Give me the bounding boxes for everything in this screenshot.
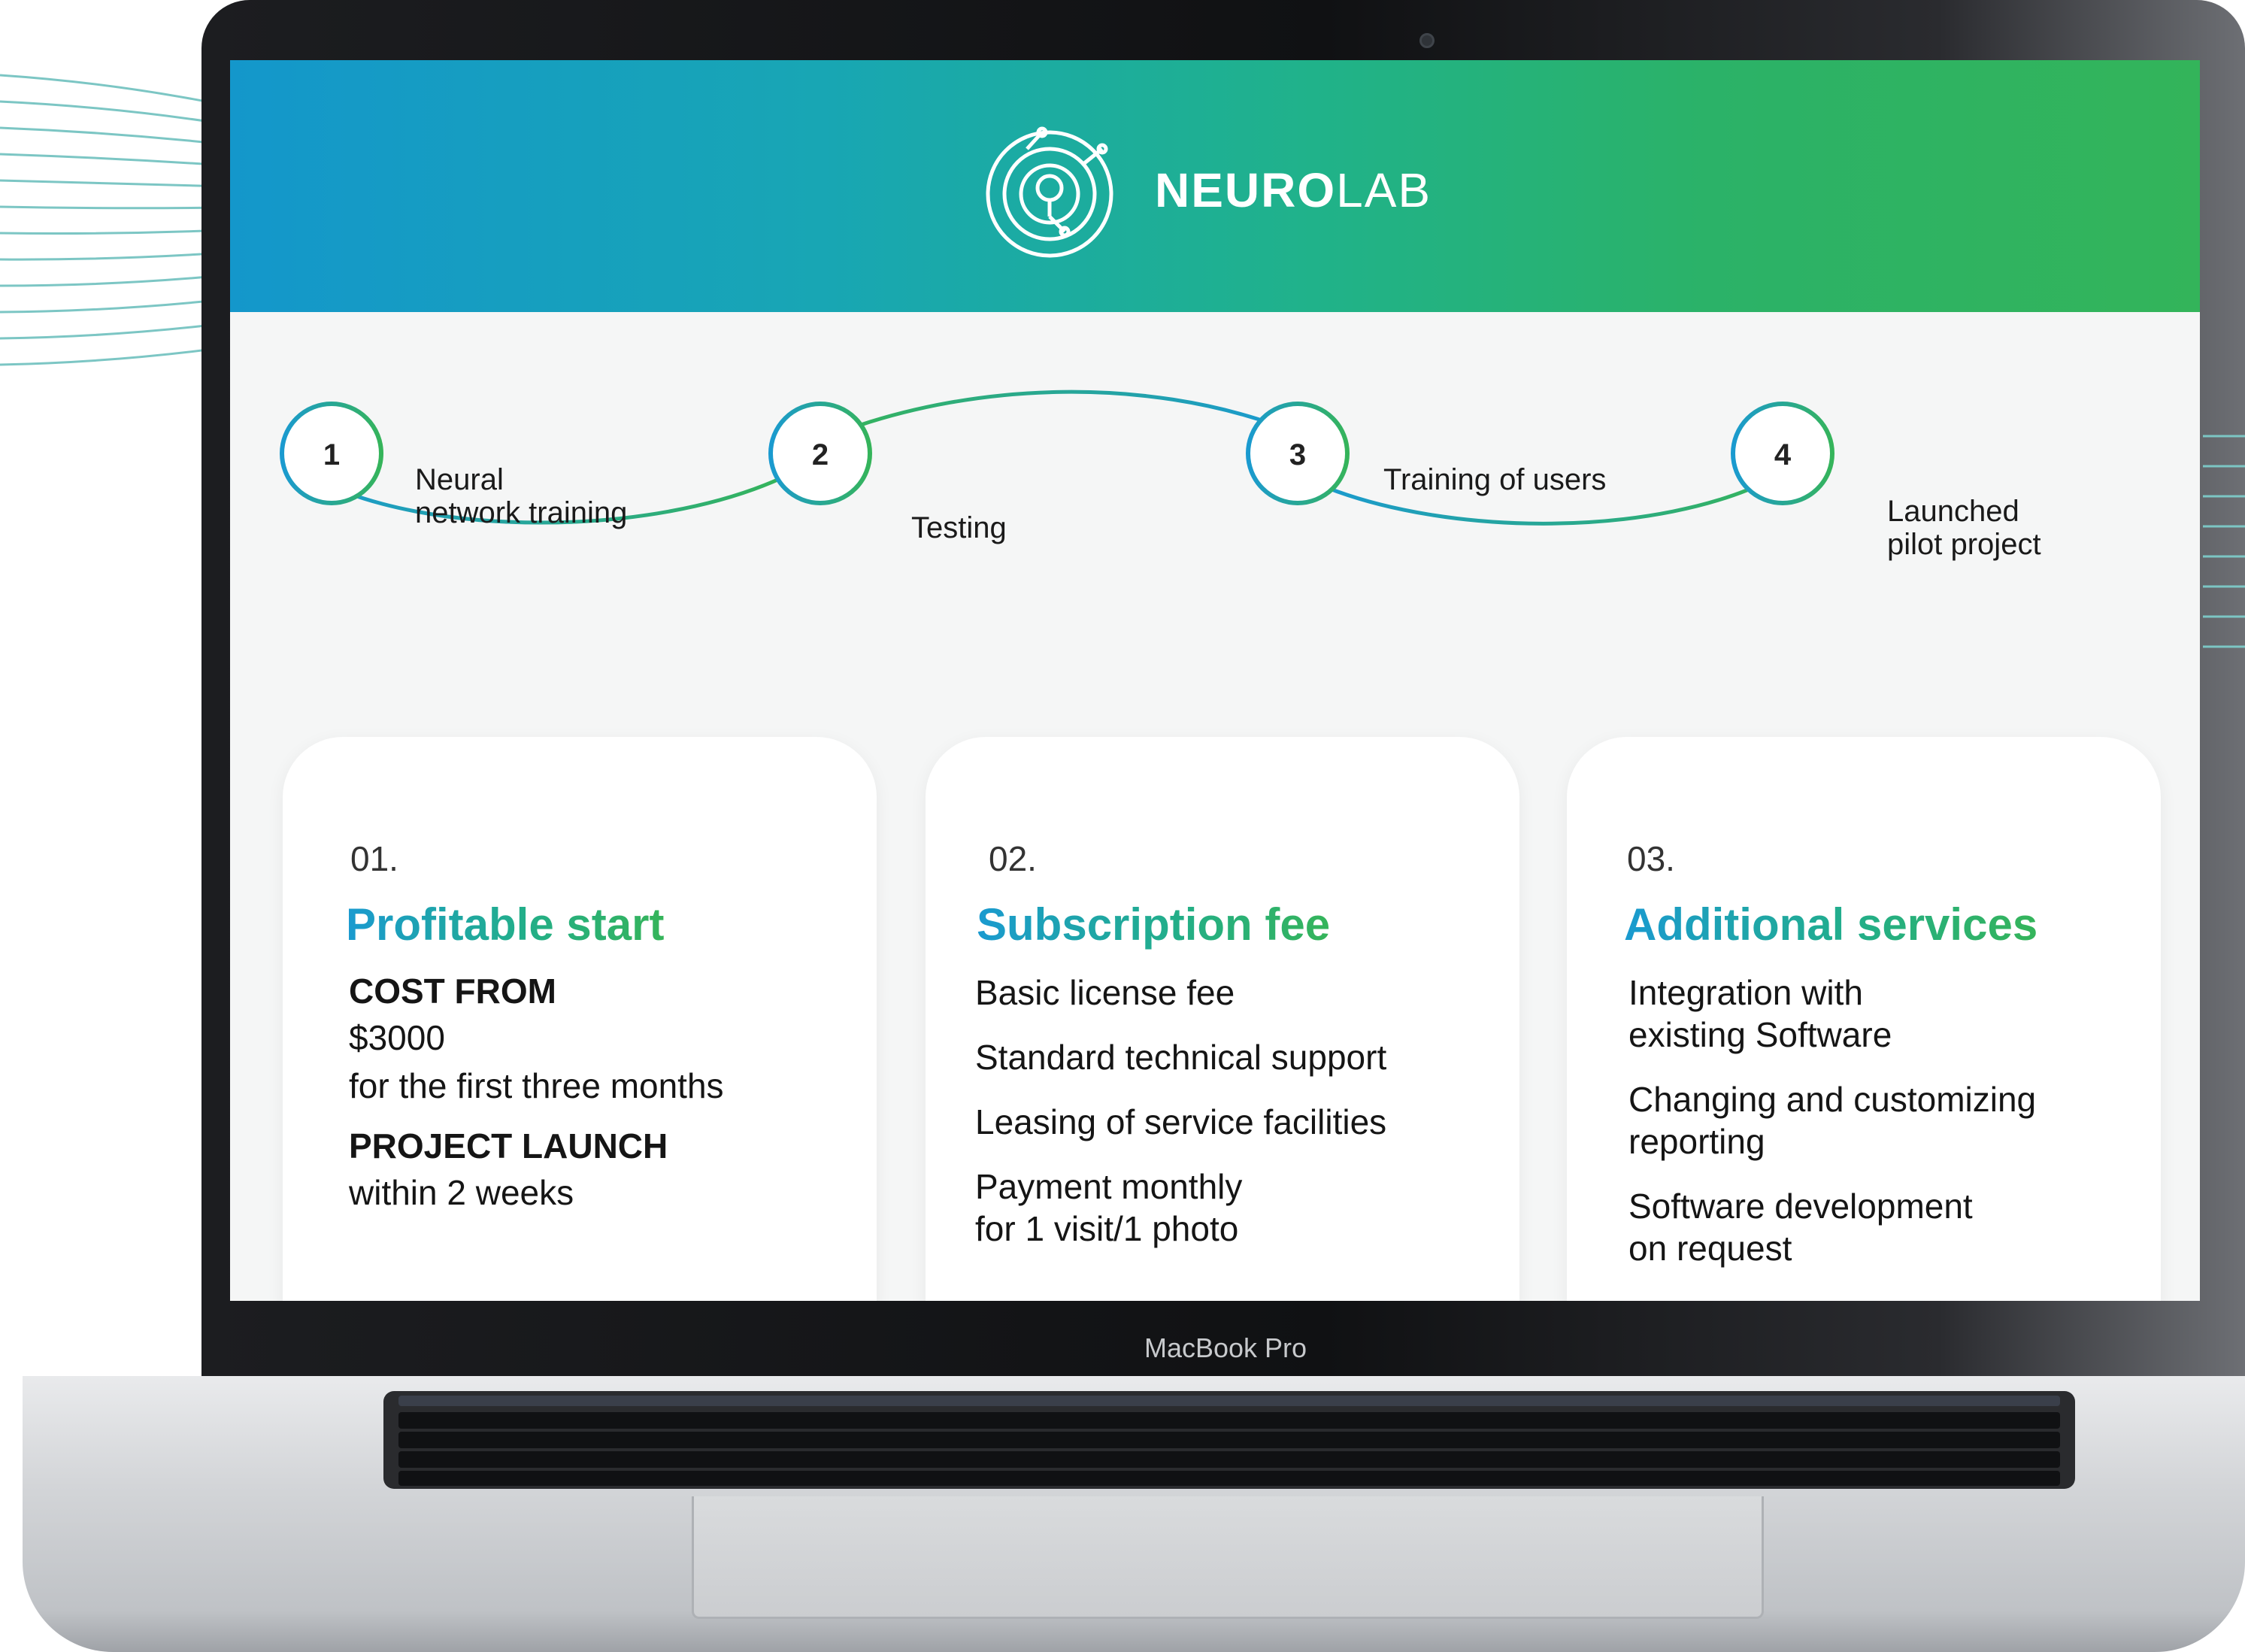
timeline-step-3-number: 3 (1289, 438, 1307, 471)
card-2-line-1: Basic license fee (975, 973, 1235, 1012)
timeline-step-2-number: 2 (811, 438, 829, 471)
card-2-line-5: for 1 visit/1 photo (975, 1209, 1239, 1248)
card-3-title: Additional services (1624, 899, 2038, 950)
card-3-line-5: Software development (1628, 1187, 1973, 1226)
brand-name-light: LAB (1336, 163, 1432, 217)
card-2-title: Subscription fee (977, 899, 1331, 950)
timeline-step-3-label-line-1: Training of users (1383, 463, 1607, 496)
pricing-card-3: 03. Additional services Integration with… (1567, 737, 2161, 1301)
timeline-step-4-label: Launched pilot project (1887, 495, 2041, 561)
timeline-step-2-label-line-1: Testing (911, 511, 1007, 544)
timeline-step-3-label: Training of users (1383, 463, 1606, 496)
timeline-step-1-label-line-1: Neural (415, 463, 504, 496)
timeline-step-1-label-line-2: network training (415, 496, 628, 529)
pricing-card-2: 02. Subscription fee Basic license fee S… (926, 737, 1519, 1301)
card-2-line-3: Leasing of service facilities (975, 1102, 1387, 1141)
trackpad (692, 1496, 1764, 1619)
card-3-line-1: Integration with (1628, 973, 1863, 1012)
keyboard-icon (383, 1391, 2075, 1489)
card-1-line-2: $3000 (349, 1018, 445, 1057)
card-1-title: Profitable start (346, 899, 665, 950)
neurolab-logo-icon (986, 126, 1113, 258)
decorative-lines-left (0, 74, 226, 366)
card-1-number: 01. (350, 839, 398, 878)
brand-name-bold: NEURO (1155, 163, 1337, 217)
card-1-line-1: COST FROM (349, 971, 556, 1011)
timeline-step-1-label: Neural network training (415, 463, 627, 529)
card-3-line-2: existing Software (1628, 1015, 1892, 1054)
card-1-line-3: for the first three months (349, 1066, 724, 1105)
timeline-step-4-label-line-2: pilot project (1887, 528, 2041, 561)
product-photo: NEUROLAB 1 2 3 4 Neural network training… (0, 0, 2245, 1652)
timeline-step-1-number: 1 (323, 438, 341, 471)
card-1-line-4: PROJECT LAUNCH (349, 1126, 668, 1165)
card-2-line-4: Payment monthly (975, 1167, 1243, 1206)
card-2-number: 02. (989, 839, 1037, 878)
decorative-lines-right (2203, 435, 2245, 648)
device-label: MacBook Pro (1144, 1332, 1307, 1363)
timeline-connector-2-3 (838, 390, 1276, 435)
card-3-line-6: on request (1628, 1229, 1792, 1268)
card-3-line-3: Changing and customizing (1628, 1080, 2037, 1119)
card-3-number: 03. (1627, 839, 1675, 878)
timeline-step-4-number: 4 (1774, 438, 1792, 471)
page-header: NEUROLAB (230, 60, 2200, 312)
brand-name: NEUROLAB (1155, 162, 1432, 218)
card-2-line-2: Standard technical support (975, 1038, 1387, 1077)
camera-icon (1419, 33, 1435, 48)
timeline-step-4-label-line-1: Launched (1887, 495, 2019, 528)
card-1-line-5: within 2 weeks (349, 1173, 574, 1212)
timeline-step-2-label: Testing (911, 511, 1007, 544)
pricing-card-1: 01. Profitable start COST FROM $3000 for… (283, 737, 877, 1301)
laptop-screen: NEUROLAB 1 2 3 4 Neural network training… (230, 60, 2200, 1301)
card-3-line-4: reporting (1628, 1122, 1765, 1161)
